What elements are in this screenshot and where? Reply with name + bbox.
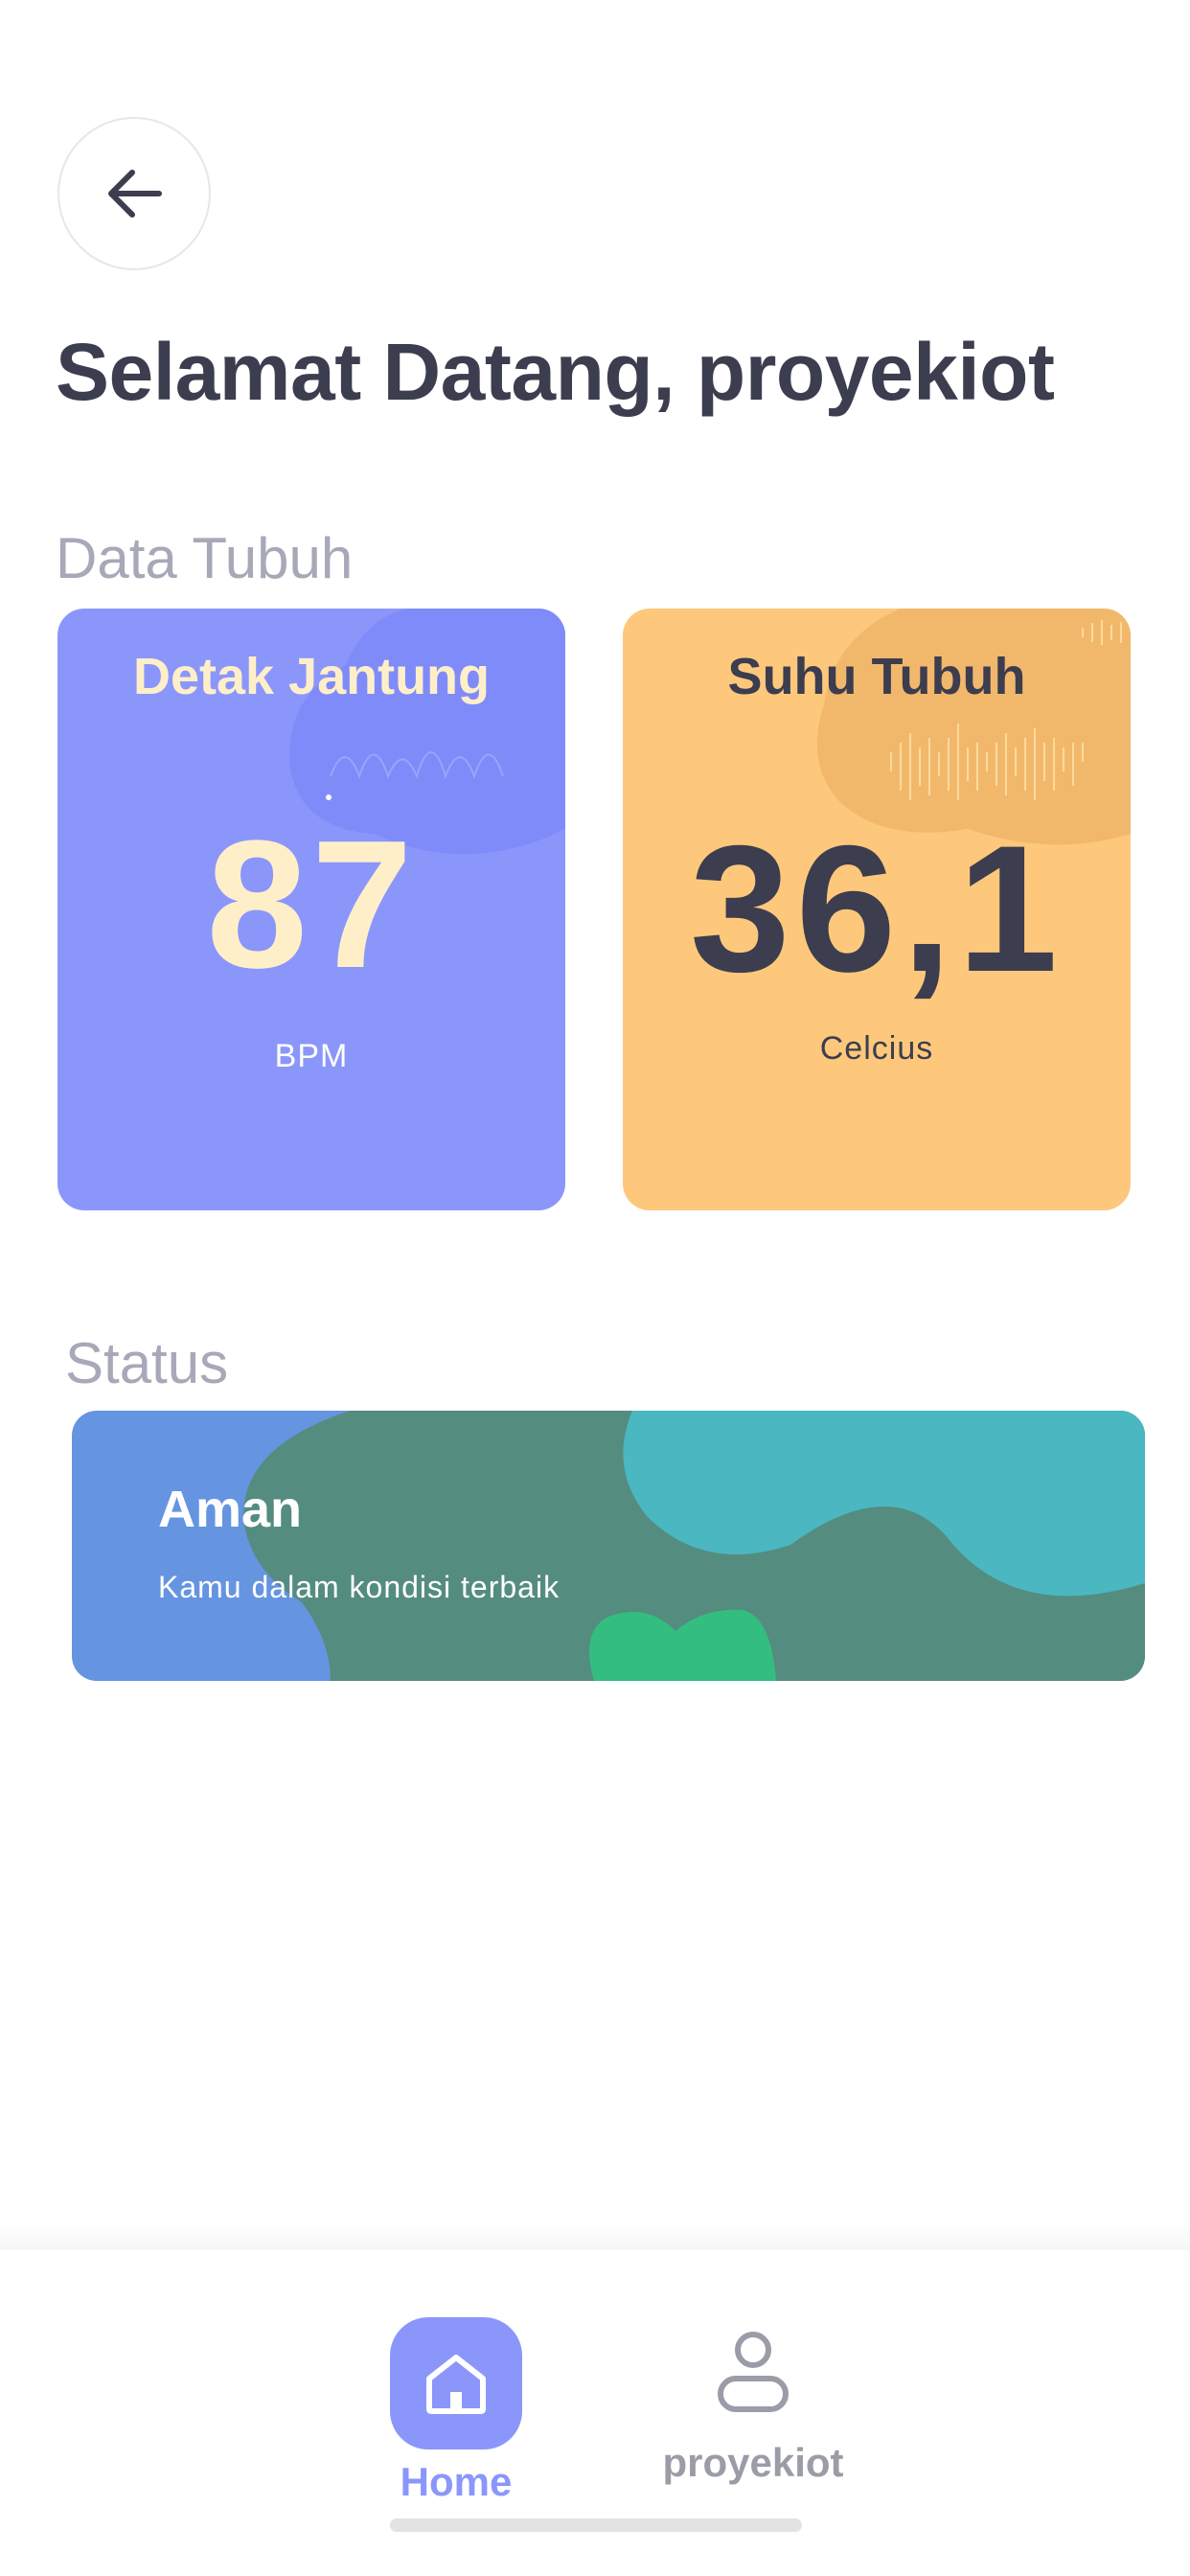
section-label-body-data: Data Tubuh (56, 526, 354, 590)
arrow-left-icon (108, 170, 162, 218)
heart-rate-value: 87 (206, 803, 417, 1006)
page-title: Selamat Datang, proyekiot (56, 327, 1055, 417)
back-button[interactable] (57, 117, 211, 270)
user-icon[interactable] (715, 2329, 791, 2415)
status-subtitle: Kamu dalam kondisi terbaik (158, 1570, 561, 1604)
heart-rate-title: Detak Jantung (132, 648, 491, 705)
temperature-card[interactable]: Suhu Tubuh 36,1 Celcius (623, 609, 1131, 1210)
nav-home-button[interactable] (390, 2317, 522, 2450)
home-icon (426, 2355, 486, 2414)
status-background-decoration (243, 1411, 1145, 1681)
nav-profile-label[interactable]: proyekiot (652, 2440, 855, 2486)
nav-home-label[interactable]: Home (379, 2459, 533, 2505)
section-label-status: Status (65, 1331, 229, 1395)
temperature-unit: Celcius (819, 1030, 934, 1067)
bottom-nav-shadow (0, 2221, 1190, 2250)
status-card[interactable]: Aman Kamu dalam kondisi terbaik (72, 1411, 1145, 1681)
status-title: Aman (158, 1481, 303, 1538)
temperature-value: 36,1 (690, 808, 1064, 1009)
home-indicator (390, 2518, 802, 2532)
temperature-title: Suhu Tubuh (727, 648, 1026, 705)
heart-rate-card[interactable]: Detak Jantung 87 BPM (57, 609, 565, 1210)
heart-rate-unit: BPM (274, 1038, 349, 1074)
